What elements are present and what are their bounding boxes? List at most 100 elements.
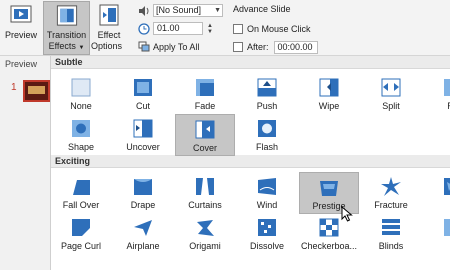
- transition-label: Cut: [135, 101, 150, 111]
- transition-shape[interactable]: Shape: [51, 114, 111, 156]
- transition-fracture[interactable]: Fracture: [361, 172, 421, 214]
- apply-to-all-button[interactable]: Apply To All: [138, 39, 228, 54]
- transition-airplane[interactable]: Airplane: [113, 213, 173, 255]
- fade-icon: [196, 79, 214, 96]
- preview-icon: [10, 5, 32, 23]
- transition-clock[interactable]: C: [423, 213, 450, 255]
- chevron-down-icon: ▼: [214, 7, 221, 14]
- advance-slide-title: Advance Slide: [233, 4, 291, 14]
- effect-options-icon: [99, 4, 119, 26]
- transition-label: Flash: [255, 142, 278, 152]
- transition-reveal[interactable]: Re: [423, 73, 450, 115]
- transition-effects-label-1: Transition: [46, 30, 87, 40]
- sound-icon: [139, 5, 149, 16]
- after-label: After:: [247, 42, 269, 52]
- transition-cut[interactable]: Cut: [113, 73, 173, 115]
- reveal-icon: [444, 79, 450, 96]
- transition-label: Fall Over: [62, 200, 100, 210]
- split-icon: [381, 78, 401, 97]
- after-value: 00:00.00: [277, 41, 313, 52]
- section-header-subtle: Subtle: [51, 56, 450, 69]
- after-time-field[interactable]: 00:00.00: [273, 40, 318, 54]
- preview-button[interactable]: Preview: [2, 2, 40, 41]
- transition-effects-label-2: Effects: [48, 41, 76, 51]
- checkerboard-icon: [319, 218, 339, 237]
- dissolve-icon: [258, 219, 276, 236]
- transition-uncover[interactable]: Uncover: [113, 114, 173, 156]
- mouse-cursor-icon: [341, 206, 353, 222]
- transition-label: Airplane: [126, 241, 160, 251]
- transition-label: Wind: [256, 200, 278, 210]
- chevron-down-icon: ▼: [78, 45, 85, 51]
- flash-icon: [258, 120, 276, 137]
- transition-label: Fracture: [374, 200, 408, 210]
- transition-label: Dissolve: [249, 241, 284, 251]
- effect-options-label-2: Options: [91, 41, 123, 51]
- push-icon: [257, 78, 277, 97]
- transition-label: None: [70, 101, 92, 111]
- transition-label: Page Curl: [60, 241, 102, 251]
- transition-label: Curtains: [188, 200, 222, 210]
- fall-over-icon: [73, 180, 90, 195]
- transition-wind[interactable]: Wind: [237, 172, 297, 214]
- cover-icon: [195, 120, 215, 139]
- transition-dissolve[interactable]: Dissolve: [237, 213, 297, 255]
- wipe-icon: [319, 78, 339, 97]
- advance-slide-group: Advance Slide On Mouse Click After: 00:0…: [233, 4, 353, 54]
- transition-label: Blinds: [378, 241, 404, 251]
- airplane-icon: [134, 220, 152, 236]
- page-curl-icon: [72, 219, 90, 236]
- transition-push[interactable]: Push: [237, 73, 297, 115]
- transition-label: Fade: [194, 101, 216, 111]
- clock-icon: [444, 219, 450, 236]
- blinds-icon: [382, 219, 400, 235]
- drape-icon: [134, 179, 152, 195]
- transition-curtains[interactable]: Curtains: [175, 172, 235, 214]
- transition-label: Uncover: [126, 142, 160, 152]
- duration-field[interactable]: 01.00 ▲ ▼: [153, 22, 213, 35]
- fracture-icon: [381, 177, 401, 196]
- transition-none[interactable]: None: [51, 73, 111, 115]
- transition-wipe[interactable]: Wipe: [299, 73, 359, 115]
- none-icon: [71, 78, 91, 97]
- shape-icon: [72, 120, 90, 137]
- transition-page-curl[interactable]: Page Curl: [51, 213, 111, 255]
- preview-group-label: Preview: [5, 59, 38, 69]
- after-checkbox[interactable]: [233, 42, 243, 52]
- transition-blinds[interactable]: Blinds: [361, 213, 421, 255]
- preview-label: Preview: [4, 30, 37, 40]
- transition-flash[interactable]: Flash: [237, 114, 297, 156]
- effect-options-label-1: Effect: [97, 30, 121, 40]
- timing-group: [No Sound] ▼ 01.00 ▲ ▼ Apply To All: [138, 3, 228, 57]
- transition-label: Drape: [130, 200, 156, 210]
- transition-drape[interactable]: Drape: [113, 172, 173, 214]
- origami-icon: [197, 220, 214, 236]
- on-mouse-click-checkbox[interactable]: On Mouse Click: [233, 22, 353, 36]
- slide-thumbnail-pane: Preview 1: [0, 56, 50, 270]
- slide-number: 1: [11, 82, 17, 93]
- wind-icon: [258, 178, 276, 195]
- transition-effects-button[interactable]: Transition Effects ▼: [43, 1, 90, 55]
- transition-label: Wipe: [318, 101, 340, 111]
- sound-dropdown[interactable]: [No Sound] ▼: [153, 4, 223, 17]
- checkbox[interactable]: [233, 24, 243, 34]
- transition-label: Origami: [189, 241, 221, 251]
- transition-cover[interactable]: Cover: [175, 114, 235, 156]
- transition-split[interactable]: Split: [361, 73, 421, 115]
- transition-crush[interactable]: C: [423, 172, 450, 214]
- transition-origami[interactable]: Origami: [175, 213, 235, 255]
- sound-value: [No Sound]: [156, 5, 202, 15]
- crush-icon: [444, 178, 450, 195]
- ribbon: Preview Transition Effects ▼ Effect Opti…: [0, 0, 450, 62]
- apply-to-all-label: Apply To All: [153, 41, 200, 52]
- transition-label: Shape: [67, 142, 95, 152]
- transition-gallery: Subtle Exciting None Cut Fade Push Wipe Split…: [50, 56, 450, 270]
- duration-value: 01.00: [157, 23, 180, 33]
- slide-thumbnail[interactable]: [23, 80, 50, 102]
- transition-label: Push: [256, 101, 278, 111]
- transition-label: Checkerboa...: [300, 241, 358, 251]
- spinner-icon[interactable]: ▲ ▼: [207, 23, 213, 35]
- curtains-icon: [196, 178, 214, 195]
- transition-fade[interactable]: Fade: [175, 73, 235, 115]
- transition-fall-over[interactable]: Fall Over: [51, 172, 111, 214]
